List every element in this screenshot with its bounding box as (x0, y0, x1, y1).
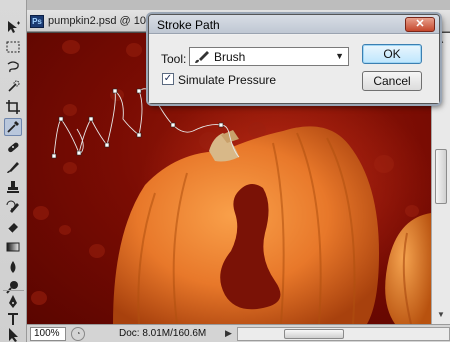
history-brush-tool-icon[interactable] (4, 198, 22, 216)
tool-select[interactable]: Brush ▼ (189, 47, 349, 66)
photoshop-window: Ps pumpkin2.psd @ 100% ( × (0, 0, 450, 342)
dialog-body: Tool: Brush ▼ ✓ Simulate Pressure OK Can… (149, 35, 439, 103)
chevron-down-icon[interactable]: ▼ (335, 51, 344, 61)
tool-label: Tool: (161, 52, 187, 66)
dialog-title: Stroke Path (157, 18, 220, 32)
status-info-icon[interactable]: ◔ (71, 327, 85, 341)
photoshop-badge-icon: Ps (30, 14, 44, 28)
brush-tool-icon[interactable] (4, 158, 22, 176)
eraser-tool-icon[interactable] (4, 218, 22, 236)
crop-tool-icon[interactable] (4, 98, 22, 116)
status-menu-arrow-icon[interactable]: ▶ (225, 328, 232, 339)
zoom-level-field[interactable]: 100% (30, 327, 66, 341)
stroke-path-dialog: Stroke Path ✕ Tool: Brush ▼ ✓ Simulate P… (148, 14, 440, 104)
vertical-scroll-thumb[interactable] (435, 149, 447, 204)
clone-stamp-tool-icon[interactable] (4, 178, 22, 196)
simulate-pressure-label[interactable]: Simulate Pressure (178, 73, 276, 87)
eyedropper-tool-icon[interactable] (4, 118, 22, 136)
simulate-pressure-checkbox[interactable]: ✓ (162, 73, 174, 85)
dialog-title-bar[interactable]: Stroke Path ✕ (149, 15, 439, 34)
application-frame (27, 0, 450, 10)
toolbox (0, 0, 27, 342)
quick-select-tool-icon[interactable] (4, 78, 22, 96)
brush-icon (195, 51, 209, 63)
cancel-button[interactable]: Cancel (362, 71, 422, 91)
toolbox-divider (3, 290, 24, 291)
move-tool-icon[interactable] (4, 18, 22, 36)
status-bar: 100% ◔ Doc: 8.01M/160.6M ▶ (27, 324, 450, 342)
marquee-tool-icon[interactable] (4, 38, 22, 56)
blur-tool-icon[interactable] (4, 258, 22, 276)
horizontal-scrollbar[interactable] (237, 327, 450, 341)
ok-button[interactable]: OK (362, 44, 422, 64)
horizontal-scroll-thumb[interactable] (284, 329, 344, 339)
healing-brush-tool-icon[interactable] (4, 138, 22, 156)
scroll-down-icon[interactable]: ▼ (435, 309, 447, 321)
pen-tool-icon[interactable] (4, 293, 22, 311)
tool-select-value: Brush (214, 50, 246, 64)
path-selection-tool-icon[interactable] (4, 326, 22, 342)
gradient-tool-icon[interactable] (4, 238, 22, 256)
document-size-info: Doc: 8.01M/160.6M (119, 328, 207, 339)
dialog-close-button[interactable]: ✕ (405, 17, 435, 32)
lasso-tool-icon[interactable] (4, 58, 22, 76)
